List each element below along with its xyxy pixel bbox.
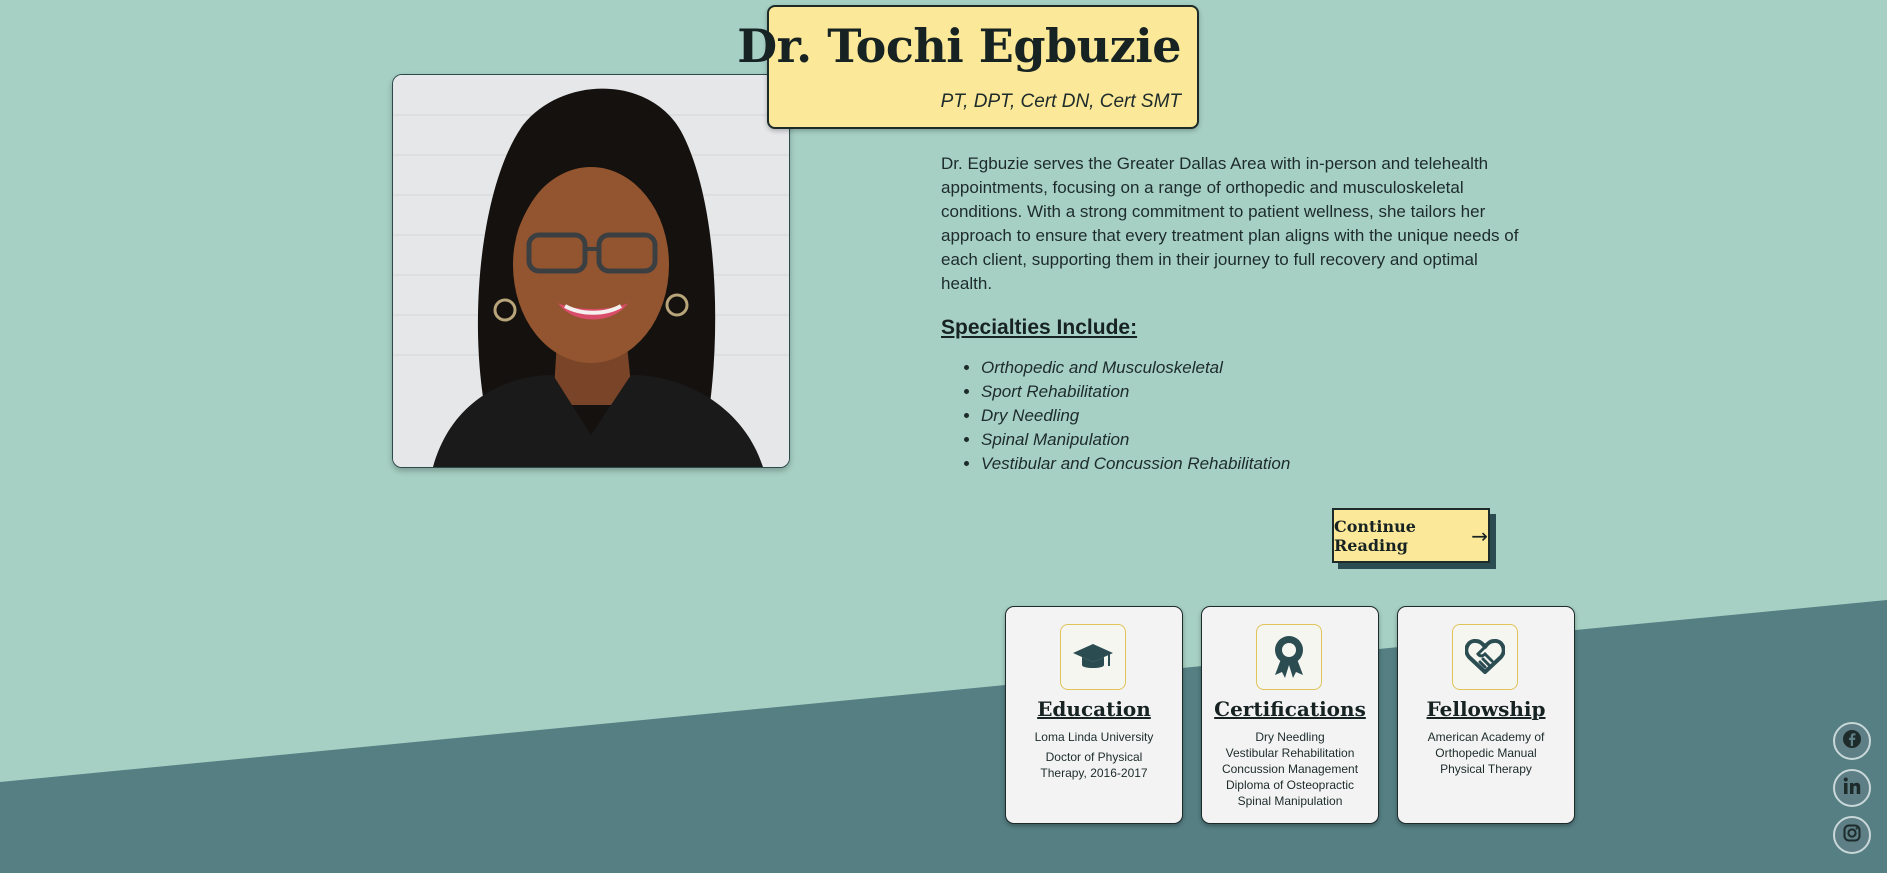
name-card: Dr. Tochi Egbuzie PT, DPT, Cert DN, Cert…	[737, 5, 1199, 129]
profile-photo	[392, 74, 790, 468]
fellowship-title: Fellowship	[1426, 697, 1546, 721]
instagram-link[interactable]	[1833, 816, 1871, 854]
specialties-heading: Specialties Include:	[941, 316, 1138, 339]
linkedin-link[interactable]	[1833, 769, 1871, 807]
graduation-cap-icon	[1060, 624, 1126, 690]
specialties-list: Orthopedic and Musculoskeletal Sport Reh…	[941, 356, 1290, 476]
certification-line: Dry Needling	[1255, 730, 1325, 744]
award-ribbon-icon	[1256, 624, 1322, 690]
specialty-item: Orthopedic and Musculoskeletal	[981, 356, 1290, 380]
education-line: Doctor of Physical	[1045, 750, 1143, 764]
fellowship-line: American Academy of	[1427, 730, 1545, 744]
heart-handshake-icon	[1452, 624, 1518, 690]
linkedin-icon	[1842, 776, 1862, 800]
continue-reading-button[interactable]: Continue Reading →	[1332, 508, 1490, 563]
specialty-item: Sport Rehabilitation	[981, 380, 1290, 404]
certification-line: Spinal Manipulation	[1237, 794, 1343, 808]
specialty-item: Vestibular and Concussion Rehabilitation	[981, 452, 1290, 476]
fellowship-line: Orthopedic Manual	[1435, 746, 1537, 760]
fellowship-card: Fellowship American Academy of Orthopedi…	[1397, 606, 1575, 824]
certification-line: Concussion Management	[1221, 762, 1359, 776]
certifications-title: Certifications	[1214, 697, 1366, 721]
specialty-item: Spinal Manipulation	[981, 428, 1290, 452]
certifications-card: Certifications Dry Needling Vestibular R…	[1201, 606, 1379, 824]
education-card: Education Loma Linda University Doctor o…	[1005, 606, 1183, 824]
specialty-item: Dry Needling	[981, 404, 1290, 428]
bio-text: Dr. Egbuzie serves the Greater Dallas Ar…	[941, 154, 1519, 293]
certification-line: Diploma of Osteopractic	[1225, 778, 1355, 792]
arrow-right-icon: →	[1471, 523, 1488, 548]
continue-reading-label: Continue Reading	[1334, 516, 1416, 555]
education-title: Education	[1037, 697, 1151, 721]
education-line: Therapy, 2016-2017	[1040, 766, 1148, 780]
credentials: PT, DPT, Cert DN, Cert SMT	[940, 91, 1181, 112]
fellowship-line: Physical Therapy	[1440, 762, 1532, 776]
education-line: Loma Linda University	[1034, 730, 1154, 744]
doctor-name: Dr. Tochi Egbuzie	[737, 19, 1181, 73]
certification-line: Vestibular Rehabilitation	[1225, 746, 1355, 760]
facebook-icon	[1842, 729, 1862, 753]
instagram-icon	[1842, 823, 1862, 847]
facebook-link[interactable]	[1833, 722, 1871, 760]
